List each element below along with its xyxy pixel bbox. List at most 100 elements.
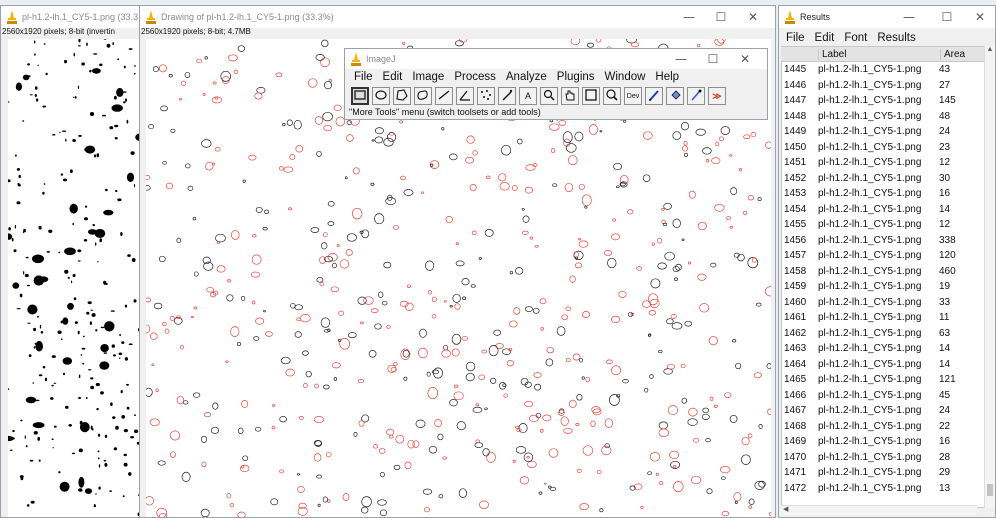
results-titlebar[interactable]: Results — ☐ ✕ (779, 6, 995, 28)
close-button[interactable]: ✕ (965, 10, 995, 24)
table-row[interactable]: 1452 pl-h1.2-lh.1_CY5-1.png 30 (781, 171, 990, 187)
particle-blob (119, 357, 121, 359)
table-row[interactable]: 1463 pl-h1.2-lh.1_CY5-1.png 14 (781, 341, 990, 357)
particle-blob (114, 95, 117, 100)
table-row[interactable]: 1468 pl-h1.2-lh.1_CY5-1.png 22 (781, 419, 990, 435)
table-row[interactable]: 1469 pl-h1.2-lh.1_CY5-1.png 16 (781, 434, 990, 450)
row-area: 22 (939, 420, 951, 432)
more-tools-button[interactable]: ≫ (708, 87, 726, 105)
particle-outline (523, 452, 534, 463)
rectangle-tool-button[interactable] (351, 87, 369, 105)
freehand-tool-button[interactable] (414, 87, 432, 105)
particle-outline (525, 164, 536, 171)
hand-tool-button[interactable] (561, 87, 579, 105)
imagej-titlebar[interactable]: ImageJ — ☐ ✕ (345, 49, 767, 69)
particle-outline (336, 243, 340, 248)
zoom-tool-button[interactable] (540, 87, 558, 105)
menu-analyze[interactable]: Analyze (501, 71, 552, 83)
imagej-window[interactable]: ImageJ — ☐ ✕ File Edit Image Process Ana… (344, 48, 768, 120)
color-picker-tool-button[interactable] (582, 87, 600, 105)
results-menu-results[interactable]: Results (872, 32, 920, 44)
table-row[interactable]: 1453 pl-h1.2-lh.1_CY5-1.png 16 (781, 186, 990, 202)
minimize-button[interactable]: — (889, 10, 929, 24)
mask-image-canvas[interactable] (8, 39, 141, 517)
minimize-button[interactable]: — (665, 52, 697, 66)
table-row[interactable]: 1462 pl-h1.2-lh.1_CY5-1.png 63 (781, 326, 990, 342)
table-row[interactable]: 1470 pl-h1.2-lh.1_CY5-1.png 28 (781, 450, 990, 466)
particle-outline (404, 302, 414, 311)
menu-file[interactable]: File (349, 71, 378, 83)
drawing-window-titlebar[interactable]: Drawing of pl-h1.2-lh.1_CY5-1.png (33.3%… (140, 6, 775, 28)
flood-fill-tool-button[interactable] (666, 87, 684, 105)
table-row[interactable]: 1459 pl-h1.2-lh.1_CY5-1.png 19 (781, 279, 990, 295)
scrollbar-thumb[interactable] (987, 484, 993, 496)
table-row[interactable]: 1458 pl-h1.2-lh.1_CY5-1.png 460 (781, 264, 990, 280)
results-menu-file[interactable]: File (781, 32, 810, 44)
menu-plugins[interactable]: Plugins (552, 71, 600, 83)
table-row[interactable]: 1449 pl-h1.2-lh.1_CY5-1.png 24 (781, 124, 990, 140)
maximize-button[interactable]: ☐ (705, 10, 737, 24)
mask-window[interactable]: pl-h1.2-lh.1_CY5-1.png (33.3 2560x1920 p… (0, 5, 144, 518)
pencil-tool-button[interactable] (645, 87, 663, 105)
particle-outline (590, 420, 596, 427)
polygon-tool-button[interactable] (393, 87, 411, 105)
table-row[interactable]: 1450 pl-h1.2-lh.1_CY5-1.png 23 (781, 140, 990, 156)
mask-window-titlebar[interactable]: pl-h1.2-lh.1_CY5-1.png (33.3 (1, 6, 143, 28)
table-row[interactable]: 1460 pl-h1.2-lh.1_CY5-1.png 33 (781, 295, 990, 311)
minimize-button[interactable]: — (673, 10, 705, 24)
menu-edit[interactable]: Edit (378, 71, 408, 83)
maximize-button[interactable]: ☐ (697, 52, 729, 66)
table-row[interactable]: 1446 pl-h1.2-lh.1_CY5-1.png 27 (781, 78, 990, 94)
maximize-button[interactable]: ☐ (929, 10, 965, 24)
wand-tool-button[interactable] (498, 87, 516, 105)
table-row[interactable]: 1454 pl-h1.2-lh.1_CY5-1.png 14 (781, 202, 990, 218)
oval-tool-button[interactable] (372, 87, 390, 105)
scroll-up-arrow-icon[interactable]: ▲ (985, 46, 995, 53)
scroll-left-arrow-icon[interactable]: ◀ (783, 505, 788, 513)
table-row[interactable]: 1448 pl-h1.2-lh.1_CY5-1.png 48 (781, 109, 990, 125)
imagej-menubar: File Edit Image Process Analyze Plugins … (349, 69, 684, 85)
particle-outline (482, 448, 490, 457)
table-row[interactable]: 1472 pl-h1.2-lh.1_CY5-1.png 13 (781, 481, 990, 497)
point-tool-button[interactable] (477, 87, 495, 105)
table-row[interactable]: 1464 pl-h1.2-lh.1_CY5-1.png 14 (781, 357, 990, 373)
results-menu-font[interactable]: Font (839, 32, 872, 44)
results-window[interactable]: Results — ☐ ✕ File Edit Font Results Lab… (778, 5, 996, 518)
developer-menu-tool-button[interactable]: Dev (624, 87, 642, 105)
particle-outline (201, 461, 207, 468)
column-header-area[interactable]: Area (940, 48, 984, 60)
particle-outline (342, 493, 350, 501)
table-row[interactable]: 1467 pl-h1.2-lh.1_CY5-1.png 24 (781, 403, 990, 419)
table-row[interactable]: 1451 pl-h1.2-lh.1_CY5-1.png 12 (781, 155, 990, 171)
particle-blob (67, 302, 74, 310)
particle-outline (233, 69, 238, 74)
close-button[interactable]: ✕ (729, 52, 761, 66)
table-row[interactable]: 1457 pl-h1.2-lh.1_CY5-1.png 120 (781, 248, 990, 264)
line-tool-button[interactable] (435, 87, 453, 105)
column-header-label[interactable]: Label (818, 48, 940, 60)
text-tool-button[interactable]: A (519, 87, 537, 105)
particle-outline (706, 488, 713, 495)
menu-window[interactable]: Window (600, 71, 651, 83)
menu-help[interactable]: Help (650, 71, 684, 83)
menu-image[interactable]: Image (407, 71, 449, 83)
close-button[interactable]: ✕ (737, 10, 769, 24)
angle-tool-button[interactable] (456, 87, 474, 105)
table-row[interactable]: 1466 pl-h1.2-lh.1_CY5-1.png 45 (781, 388, 990, 404)
table-row[interactable]: 1445 pl-h1.2-lh.1_CY5-1.png 43 (781, 62, 990, 78)
table-row[interactable]: 1471 pl-h1.2-lh.1_CY5-1.png 29 (781, 465, 990, 481)
magnifier-tool-button[interactable] (603, 87, 621, 105)
table-row[interactable]: 1455 pl-h1.2-lh.1_CY5-1.png 12 (781, 217, 990, 233)
particle-outline (227, 54, 238, 62)
menu-process[interactable]: Process (449, 71, 501, 83)
table-row[interactable]: 1465 pl-h1.2-lh.1_CY5-1.png 121 (781, 372, 990, 388)
results-vertical-scrollbar[interactable]: ▲ (984, 46, 995, 508)
table-row[interactable]: 1456 pl-h1.2-lh.1_CY5-1.png 338 (781, 233, 990, 249)
table-row[interactable]: 1461 pl-h1.2-lh.1_CY5-1.png 11 (781, 310, 990, 326)
results-menu-edit[interactable]: Edit (810, 32, 840, 44)
particle-outline (616, 185, 620, 189)
particle-blob (119, 333, 121, 337)
table-row[interactable]: 1447 pl-h1.2-lh.1_CY5-1.png 145 (781, 93, 990, 109)
dropper-tool-button[interactable] (687, 87, 705, 105)
results-horizontal-scrollbar[interactable]: ◀ (781, 505, 977, 515)
